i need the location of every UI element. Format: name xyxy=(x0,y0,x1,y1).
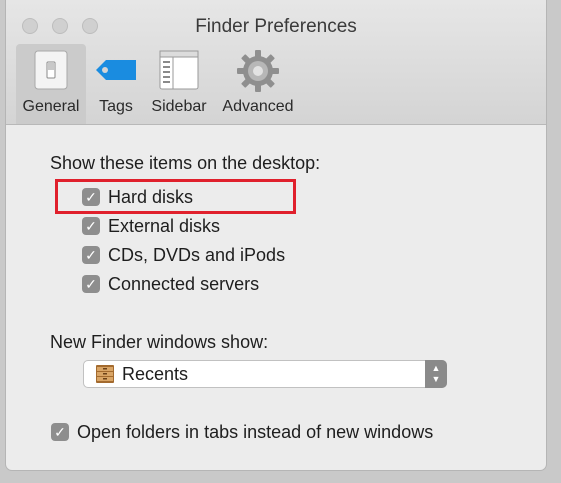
finder-preferences-window: Finder Preferences General Tags Sidebar … xyxy=(6,0,546,470)
tab-advanced[interactable]: Advanced xyxy=(216,44,300,124)
open-in-tabs-label: Open folders in tabs instead of new wind… xyxy=(77,421,434,442)
tag-icon xyxy=(92,48,140,97)
chevron-updown-icon[interactable]: ▲ ▼ xyxy=(425,360,447,388)
desktop-items-heading: Show these items on the desktop: xyxy=(50,153,321,173)
recents-drawer-icon xyxy=(94,364,116,384)
connected-servers-checkbox-row[interactable]: ✓ Connected servers xyxy=(82,273,259,295)
open-in-tabs-checkbox[interactable]: ✓ xyxy=(51,423,69,441)
new-window-location-value: Recents xyxy=(122,363,189,384)
tab-sidebar[interactable]: Sidebar xyxy=(146,44,212,124)
new-window-location-select[interactable]: Recents ▲ ▼ xyxy=(83,360,447,388)
external-disks-checkbox-row[interactable]: ✓ External disks xyxy=(82,215,220,237)
connected-servers-checkbox[interactable]: ✓ xyxy=(82,275,100,293)
new-window-heading: New Finder windows show: xyxy=(50,332,269,352)
tab-tags[interactable]: Tags xyxy=(90,44,142,124)
tab-general[interactable]: General xyxy=(16,44,86,124)
cds-dvds-ipods-checkbox[interactable]: ✓ xyxy=(82,246,100,264)
tab-advanced-label: Advanced xyxy=(222,98,294,115)
switch-icon xyxy=(29,48,73,97)
connected-servers-label: Connected servers xyxy=(108,273,260,294)
external-disks-checkbox[interactable]: ✓ xyxy=(82,217,100,235)
cds-dvds-ipods-label: CDs, DVDs and iPods xyxy=(108,244,286,265)
hard-disks-highlight-box xyxy=(55,179,296,214)
external-disks-label: External disks xyxy=(108,215,221,236)
tab-tags-label: Tags xyxy=(99,98,133,115)
open-in-tabs-checkbox-row[interactable]: ✓ Open folders in tabs instead of new wi… xyxy=(51,421,433,443)
gear-icon xyxy=(235,48,281,99)
sidebar-icon xyxy=(157,48,201,97)
cds-dvds-ipods-checkbox-row[interactable]: ✓ CDs, DVDs and iPods xyxy=(82,244,285,266)
window-title: Finder Preferences xyxy=(195,16,357,37)
titlebar: Finder Preferences General Tags Sidebar … xyxy=(6,0,546,125)
tab-general-label: General xyxy=(22,98,80,115)
tab-sidebar-label: Sidebar xyxy=(151,98,207,115)
